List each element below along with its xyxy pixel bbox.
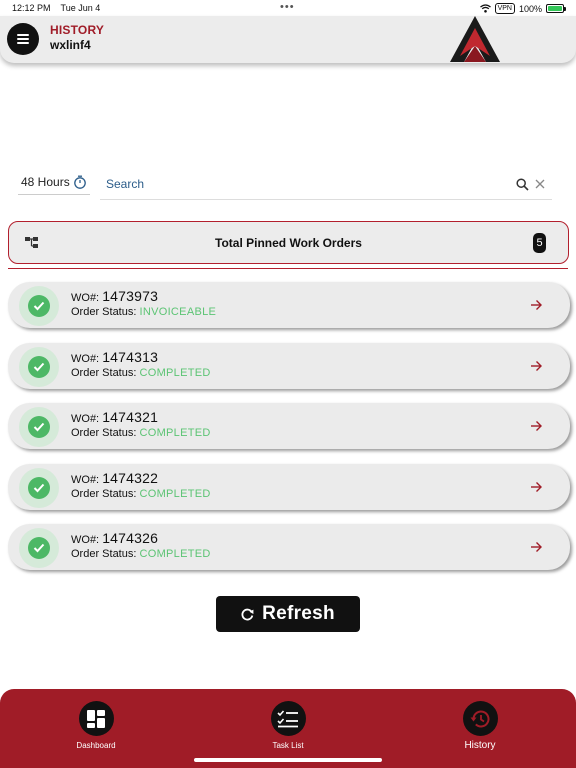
page-title: HISTORY (50, 23, 105, 37)
wo-number: 1474326 (102, 530, 159, 546)
wo-status: COMPLETED (139, 427, 211, 439)
time-range-label: 48 Hours (21, 175, 70, 189)
wo-number: 1473973 (102, 288, 159, 304)
status-date: Tue Jun 4 (60, 3, 101, 13)
close-icon[interactable] (534, 178, 546, 190)
nav-task-list-label: Task List (272, 741, 304, 750)
multitask-dots[interactable]: ••• (280, 1, 295, 13)
wo-number: 1474321 (102, 409, 159, 425)
nav-history[interactable]: History (430, 701, 530, 751)
battery-percent: 100% (518, 3, 542, 14)
wo-status: INVOICEABLE (139, 306, 217, 318)
grid-icon (78, 701, 114, 736)
nav-history-label: History (464, 740, 496, 751)
check-circle-icon (19, 407, 59, 447)
search-icon[interactable] (516, 178, 529, 191)
nav-dashboard[interactable]: Dashboard (46, 701, 146, 750)
wo-number: 1474322 (102, 469, 159, 486)
check-circle-icon (19, 286, 59, 326)
nav-task-list[interactable]: Task List (238, 701, 338, 750)
arrow-right-icon[interactable] (530, 360, 542, 372)
divider (8, 268, 568, 269)
app-header: HISTORY wxlinf4 (0, 16, 576, 63)
status-bar: 12:12 PM Tue Jun 4 ••• VPN 100% (0, 0, 576, 16)
arrow-right-icon[interactable] (530, 481, 542, 493)
wo-prefix: WO#: (71, 292, 100, 304)
refresh-icon (241, 608, 254, 620)
filter-row: 48 Hours (0, 170, 576, 200)
work-order-list: WO#: 1473973 Order Status: INVOICEABLE W… (8, 282, 570, 585)
nav-dashboard-label: Dashboard (76, 741, 116, 750)
wo-number: 1474313 (102, 348, 159, 365)
battery-level (548, 6, 562, 11)
arrow-right-icon[interactable] (530, 541, 542, 553)
wo-prefix: WO#: (71, 534, 100, 546)
pinned-label: Total Pinned Work Orders (215, 236, 362, 250)
pinned-count-badge: 5 (533, 233, 546, 253)
wo-status-label: Order Status: (71, 366, 137, 379)
battery-icon (546, 4, 566, 13)
work-order-card[interactable]: WO#: 1474322 Order Status: COMPLETED (8, 463, 570, 510)
wo-status-label: Order Status: (71, 427, 137, 439)
refresh-label: Refresh (262, 603, 335, 624)
wifi-icon (479, 4, 491, 13)
wo-status: COMPLETED (139, 487, 211, 500)
check-circle-icon (19, 467, 59, 508)
check-circle-icon (19, 346, 59, 387)
time-range-selector[interactable]: 48 Hours (18, 170, 90, 195)
wo-prefix: WO#: (71, 473, 100, 486)
brand-logo (450, 16, 500, 62)
status-time: 12:12 PM (12, 3, 51, 13)
wo-status-label: Order Status: (71, 548, 137, 560)
wo-prefix: WO#: (71, 413, 100, 425)
wo-status: COMPLETED (139, 366, 211, 379)
work-order-card[interactable]: WO#: 1473973 Order Status: INVOICEABLE (8, 282, 570, 328)
username: wxlinf4 (50, 38, 91, 52)
bottom-nav: Dashboard Task List History (0, 689, 576, 768)
work-order-card[interactable]: WO#: 1474321 Order Status: COMPLETED (8, 403, 570, 449)
pinned-work-orders-bar[interactable]: Total Pinned Work Orders 5 (8, 221, 569, 264)
arrow-right-icon[interactable] (530, 299, 542, 311)
refresh-button[interactable]: Refresh (216, 596, 360, 632)
work-order-card[interactable]: WO#: 1474313 Order Status: COMPLETED (8, 342, 570, 389)
history-icon (462, 701, 498, 736)
stopwatch-icon (73, 175, 86, 189)
work-order-card[interactable]: WO#: 1474326 Order Status: COMPLETED (8, 524, 570, 570)
search-input[interactable] (106, 175, 486, 193)
checklist-icon (270, 701, 306, 736)
arrow-right-icon[interactable] (530, 420, 542, 432)
hamburger-icon (17, 34, 29, 44)
vpn-badge: VPN (494, 3, 515, 14)
menu-button[interactable] (7, 23, 39, 55)
search-bar (100, 170, 552, 200)
check-circle-icon (19, 528, 59, 568)
home-indicator[interactable] (194, 758, 382, 762)
wo-status-label: Order Status: (71, 306, 137, 318)
wo-status-label: Order Status: (71, 487, 137, 500)
wo-prefix: WO#: (71, 352, 100, 365)
wo-status: COMPLETED (139, 548, 211, 560)
